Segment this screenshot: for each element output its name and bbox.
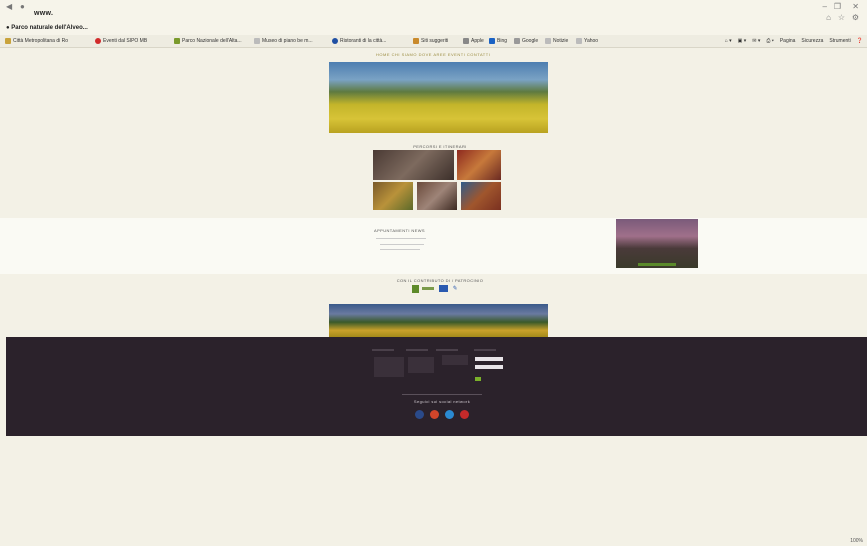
newsletter-email-input[interactable] bbox=[475, 365, 503, 369]
youtube-icon[interactable] bbox=[460, 410, 469, 419]
zoom-level[interactable]: 100% bbox=[850, 538, 863, 544]
help-icon[interactable]: ❓ bbox=[857, 38, 863, 44]
site-icon bbox=[174, 38, 180, 44]
bookmark-item[interactable]: Eventi dal SIPO MB bbox=[95, 38, 147, 44]
news-text-line bbox=[380, 249, 420, 250]
section-gallery-title: PERCORSI E ITINERARI bbox=[413, 144, 467, 149]
news-image[interactable] bbox=[616, 219, 698, 268]
hero-image bbox=[329, 62, 548, 133]
home-page-icon[interactable]: ⌂ ▾ bbox=[725, 38, 732, 44]
bookmark-item[interactable]: Parco Nazionale dell'Alta... bbox=[174, 38, 242, 44]
bookmark-item[interactable]: Google bbox=[514, 38, 538, 44]
newsletter-input[interactable] bbox=[475, 357, 503, 361]
bookmark-item[interactable]: Museo di piano be m... bbox=[254, 38, 313, 44]
news-text-line bbox=[380, 244, 424, 245]
subscribe-button[interactable] bbox=[475, 377, 481, 381]
news-text-line bbox=[376, 238, 426, 239]
site-footer: Seguici sui social network bbox=[6, 337, 867, 436]
bing-icon bbox=[489, 38, 495, 44]
mail-icon[interactable]: ✉ ▾ bbox=[752, 38, 760, 44]
security-menu[interactable]: Sicurezza bbox=[801, 38, 823, 44]
gallery-thumb[interactable] bbox=[373, 182, 413, 210]
footer-block bbox=[408, 357, 434, 373]
folder-icon bbox=[413, 38, 419, 44]
restore-icon[interactable]: ❐ bbox=[834, 2, 841, 11]
partner-logo[interactable]: ✎ bbox=[452, 285, 468, 292]
tools-menu[interactable]: Strumenti bbox=[829, 38, 850, 44]
site-nav[interactable]: HOME CHI SIAMO DOVE AREE EVENTI CONTATTI bbox=[376, 52, 490, 57]
footer-divider bbox=[402, 394, 482, 395]
tab-active[interactable]: ● Parco naturale dell'Alveo... bbox=[6, 25, 88, 31]
partner-logo[interactable] bbox=[439, 285, 448, 292]
bookmark-item[interactable]: Apple bbox=[463, 38, 484, 44]
browser-titlebar: ◀ ● www. – ❐ ✕ ⌂ ☆ ⚙ bbox=[0, 0, 867, 24]
settings-icon[interactable]: ⚙ bbox=[852, 13, 859, 22]
page-menu[interactable]: Pagina bbox=[780, 38, 796, 44]
gallery-thumb[interactable] bbox=[417, 182, 457, 210]
footer-block bbox=[374, 357, 404, 377]
news-image-caption bbox=[638, 263, 676, 266]
partner-logo[interactable] bbox=[422, 287, 434, 290]
folder-icon bbox=[5, 38, 11, 44]
site-icon bbox=[95, 38, 101, 44]
instagram-icon[interactable] bbox=[430, 410, 439, 419]
footer-follow-text: Seguici sui social network bbox=[413, 399, 471, 404]
gallery-thumb[interactable] bbox=[457, 150, 501, 180]
landscape-banner bbox=[329, 304, 548, 337]
bookmark-item[interactable]: Bing bbox=[489, 38, 507, 44]
back-icon[interactable]: ◀ bbox=[6, 2, 12, 11]
tab-row: ● Parco naturale dell'Alveo... bbox=[0, 24, 867, 35]
page-icon bbox=[254, 38, 260, 44]
bookmark-item[interactable]: Siti suggeriti bbox=[413, 38, 448, 44]
apple-icon bbox=[463, 38, 469, 44]
bookmarks-bar: Città Metropolitana di Ro Eventi dal SIP… bbox=[0, 35, 867, 48]
site-icon bbox=[332, 38, 338, 44]
tab-title: Parco naturale dell'Alveo... bbox=[11, 25, 88, 31]
bookmark-item[interactable]: Yahoo bbox=[576, 38, 598, 44]
footer-column-title bbox=[372, 349, 394, 351]
close-icon[interactable]: ✕ bbox=[852, 2, 859, 11]
section-partners-title: CON IL CONTRIBUTO DI / PATROCINIO bbox=[396, 278, 484, 283]
gallery-thumb[interactable] bbox=[461, 182, 501, 210]
news-band bbox=[0, 218, 867, 274]
footer-column-title bbox=[436, 349, 458, 351]
footer-block bbox=[442, 355, 468, 365]
footer-column-title bbox=[406, 349, 428, 351]
google-icon bbox=[514, 38, 520, 44]
section-news-title: APPUNTAMENTI NEWS bbox=[374, 228, 425, 233]
home-icon[interactable]: ⌂ bbox=[826, 13, 831, 22]
print-icon[interactable]: ⎙ ▾ bbox=[766, 38, 774, 44]
favorites-icon[interactable]: ☆ bbox=[838, 13, 845, 22]
feeds-icon[interactable]: ▣ ▾ bbox=[738, 38, 747, 44]
gallery-thumb[interactable] bbox=[373, 150, 454, 180]
address-bar[interactable]: www. bbox=[34, 10, 53, 17]
facebook-icon[interactable] bbox=[415, 410, 424, 419]
bookmark-item[interactable]: Città Metropolitana di Ro bbox=[5, 38, 68, 44]
page-icon bbox=[576, 38, 582, 44]
forward-icon[interactable]: ● bbox=[20, 2, 25, 11]
command-bar: ⌂ ▾ ▣ ▾ ✉ ▾ ⎙ ▾ Pagina Sicurezza Strumen… bbox=[725, 38, 863, 44]
partner-logo[interactable] bbox=[412, 285, 419, 293]
bookmark-item[interactable]: Notizie bbox=[545, 38, 568, 44]
footer-column-title bbox=[474, 349, 496, 351]
bookmark-item[interactable]: Ristoranti di la città... bbox=[332, 38, 386, 44]
minimize-icon[interactable]: – bbox=[823, 2, 827, 11]
twitter-icon[interactable] bbox=[445, 410, 454, 419]
page-icon bbox=[545, 38, 551, 44]
